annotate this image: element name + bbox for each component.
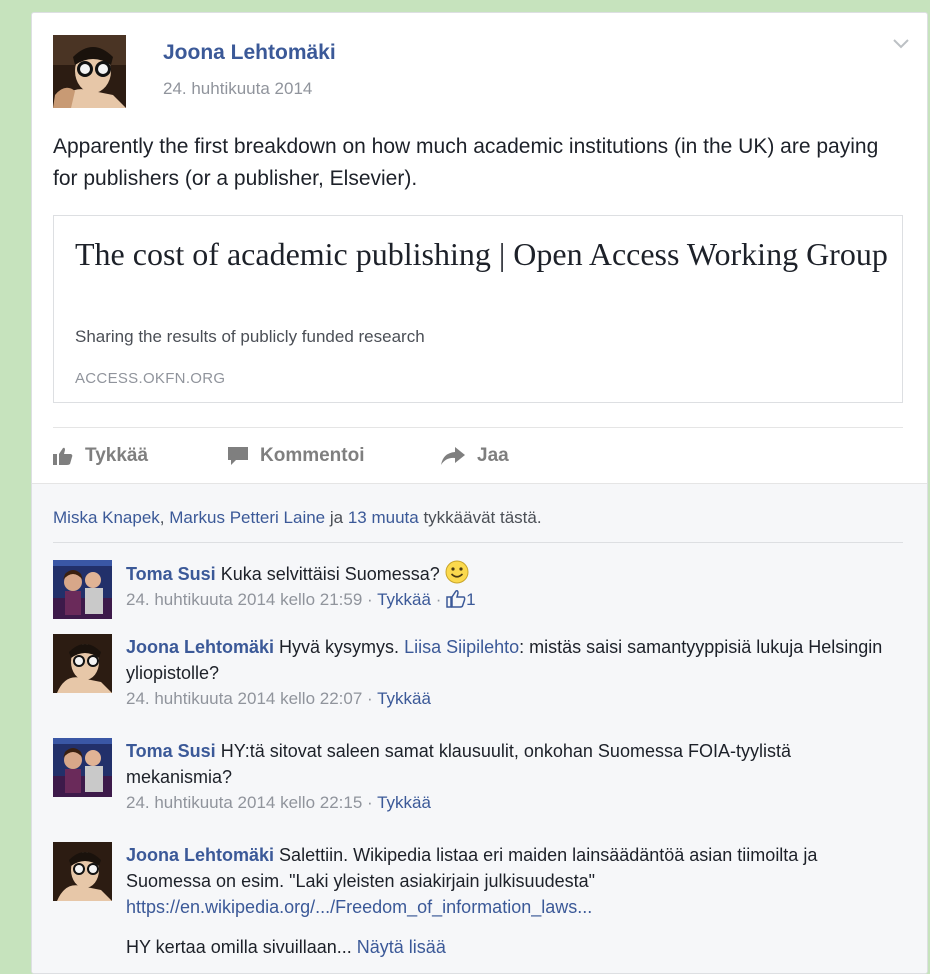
comment-icon — [228, 447, 248, 465]
post-author[interactable]: Joona Lehtomäki — [163, 41, 336, 65]
share-arrow-icon — [441, 447, 465, 465]
actions-divider — [53, 427, 903, 428]
thumbs-up-outline-icon — [446, 590, 466, 608]
post-header: Joona Lehtomäki 24. huhtikuuta 2014 — [53, 35, 903, 115]
link-preview[interactable]: The cost of academic publishing | Open A… — [53, 215, 903, 403]
comment-text: Hyvä kysymys. — [279, 637, 400, 657]
comment-body: Joona Lehtomäki Salettiin. Wikipedia lis… — [126, 842, 896, 960]
comment-meta: 24. huhtikuuta 2014 kello 22:07 · Tykkää — [126, 686, 896, 712]
ufi-divider — [53, 542, 903, 543]
commenter-avatar[interactable] — [53, 738, 112, 797]
author-avatar[interactable] — [53, 35, 126, 108]
comment-author[interactable]: Joona Lehtomäki — [126, 637, 274, 657]
comments-section: Miska Knapek, Markus Petteri Laine ja 13… — [32, 483, 927, 973]
comment-body: Joona Lehtomäki Hyvä kysymys. Liisa Siip… — [126, 634, 896, 712]
post-date[interactable]: 24. huhtikuuta 2014 — [163, 79, 312, 99]
comment-like-count[interactable]: 1 — [466, 590, 475, 609]
post-text: Apparently the first breakdown on how mu… — [53, 135, 879, 190]
comment-author[interactable]: Joona Lehtomäki — [126, 845, 274, 865]
like-button[interactable]: Tykkää — [53, 441, 148, 471]
commenter-avatar[interactable] — [53, 634, 112, 693]
commenter-avatar[interactable] — [53, 560, 112, 619]
comment-button[interactable]: Kommentoi — [228, 441, 365, 471]
likes-separator: , — [159, 508, 170, 527]
likes-separator: ja — [325, 508, 348, 527]
see-more-link[interactable]: Näytä lisää — [357, 937, 446, 957]
chevron-down-icon[interactable] — [891, 37, 911, 51]
likes-summary: Miska Knapek, Markus Petteri Laine ja 13… — [53, 508, 542, 528]
comment-body: Toma Susi HY:tä sitovat saleen samat kla… — [126, 738, 896, 816]
comment-text: Kuka selvittäisi Suomessa? — [220, 564, 440, 584]
comment-timestamp[interactable]: 24. huhtikuuta 2014 kello 22:15 · — [126, 793, 377, 812]
comment-body: Toma Susi Kuka selvittäisi Suomessa? 24.… — [126, 560, 896, 613]
comment-like-link[interactable]: Tykkää — [377, 793, 431, 812]
liker-link[interactable]: Miska Knapek — [53, 508, 160, 527]
comment-meta: 24. huhtikuuta 2014 kello 22:15 · Tykkää — [126, 790, 896, 816]
share-label: Jaa — [477, 445, 509, 466]
commenter-avatar[interactable] — [53, 842, 112, 901]
smiley-emoji-icon — [445, 560, 469, 584]
comment-timestamp[interactable]: 24. huhtikuuta 2014 kello 21:59 · — [126, 590, 377, 609]
thumbs-up-icon — [53, 447, 73, 465]
comment-meta: 24. huhtikuuta 2014 kello 21:59 · Tykkää… — [126, 587, 896, 613]
comment-text: HY:tä sitovat saleen samat klausuulit, o… — [126, 741, 791, 787]
share-button[interactable]: Jaa — [441, 441, 509, 471]
like-label: Tykkää — [85, 445, 149, 466]
comment-author[interactable]: Toma Susi — [126, 741, 216, 761]
comment-timestamp[interactable]: 24. huhtikuuta 2014 kello 22:07 · — [126, 689, 377, 708]
link-title[interactable]: The cost of academic publishing | Open A… — [75, 234, 895, 274]
comment-like-link[interactable]: Tykkää — [377, 689, 431, 708]
comment-like-link[interactable]: Tykkää — [377, 590, 431, 609]
post-card: Joona Lehtomäki 24. huhtikuuta 2014 Appa… — [31, 12, 928, 974]
wikipedia-link[interactable]: https://en.wikipedia.org/.../Freedom_of_… — [126, 897, 592, 917]
mention-link[interactable]: Liisa Siipilehto — [404, 637, 519, 657]
others-link[interactable]: 13 muuta — [348, 508, 419, 527]
comment-text-more: HY kertaa omilla sivuillaan... — [126, 937, 352, 957]
link-domain: ACCESS.OKFN.ORG — [75, 370, 226, 387]
meta-separator: · — [430, 590, 447, 609]
link-description: Sharing the results of publicly funded r… — [75, 327, 425, 346]
comment-label: Kommentoi — [260, 445, 365, 466]
likes-suffix: tykkäävät tästä. — [418, 508, 542, 527]
liker-link[interactable]: Markus Petteri Laine — [169, 508, 325, 527]
comment-author[interactable]: Toma Susi — [126, 564, 216, 584]
